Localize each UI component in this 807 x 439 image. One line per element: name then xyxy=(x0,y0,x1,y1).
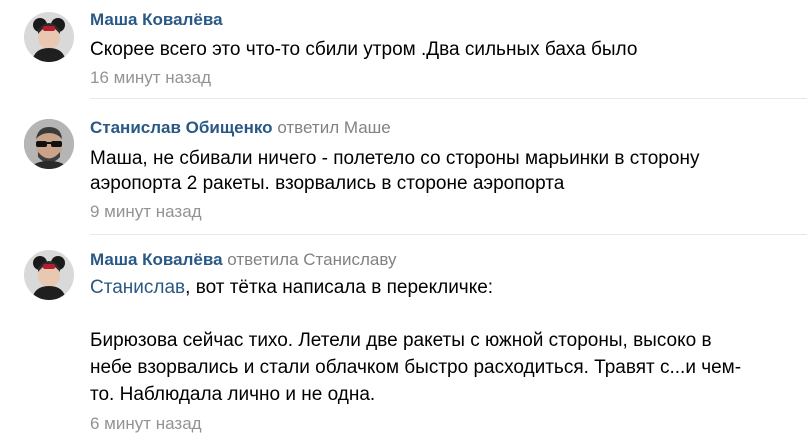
avatar[interactable] xyxy=(24,12,74,62)
comment-text-line: Станислав, вот тётка написала в переклич… xyxy=(90,275,797,300)
comment-text-line: то. Наблюдала лично и не одна. xyxy=(90,384,376,405)
comment-text: Маша, не сбивали ничего - полетело со ст… xyxy=(90,146,797,196)
comment-text-line: Бирюзова сейчас тихо. Летели две ракеты … xyxy=(90,330,712,351)
comment-divider xyxy=(90,234,807,235)
comment-header: Маша Ковалёва xyxy=(90,9,797,31)
author-link[interactable]: Маша Ковалёва xyxy=(90,10,223,29)
comment-date[interactable]: 6 минут назад xyxy=(90,413,797,435)
comment-text-fragment: , вот тётка написала в перекличке: xyxy=(185,277,494,298)
comment-text-line: Скорее всего это что-то сбили утром .Два… xyxy=(90,39,638,60)
author-link[interactable]: Маша Ковалёва xyxy=(90,250,223,269)
avatar-masha-icon xyxy=(24,250,74,300)
avatar-masha-icon xyxy=(24,12,74,62)
reply-label: ответила xyxy=(227,250,299,269)
reply-to-link[interactable]: Станиславу xyxy=(303,250,396,269)
comment-header: Станислав Обищенко ответил Маше xyxy=(90,117,797,139)
author-link[interactable]: Станислав Обищенко xyxy=(90,118,273,137)
avatar[interactable] xyxy=(24,250,74,300)
reply-label: ответил xyxy=(277,118,340,137)
comment-text-line: аэропорта 2 ракеты. взорвались в стороне… xyxy=(90,173,565,194)
comment-date[interactable]: 9 минут назад xyxy=(90,201,797,223)
mention-link[interactable]: Станислав xyxy=(90,277,185,298)
avatar[interactable] xyxy=(24,119,74,169)
comment-header: Маша Ковалёва ответила Станиславу xyxy=(90,249,797,271)
comment-divider xyxy=(90,98,807,99)
avatar-stanislav-icon xyxy=(24,119,74,169)
comment-date[interactable]: 16 минут назад xyxy=(90,67,797,89)
comment-text: Станислав, вот тётка написала в переклич… xyxy=(90,275,797,407)
reply-to-link[interactable]: Маше xyxy=(344,118,391,137)
comment-text-line: Маша, не сбивали ничего - полетело со ст… xyxy=(90,148,700,169)
comment-text: Скорее всего это что-то сбили утром .Два… xyxy=(90,37,797,62)
comment-text-line: небе взорвались и стали облачком быстро … xyxy=(90,357,742,378)
